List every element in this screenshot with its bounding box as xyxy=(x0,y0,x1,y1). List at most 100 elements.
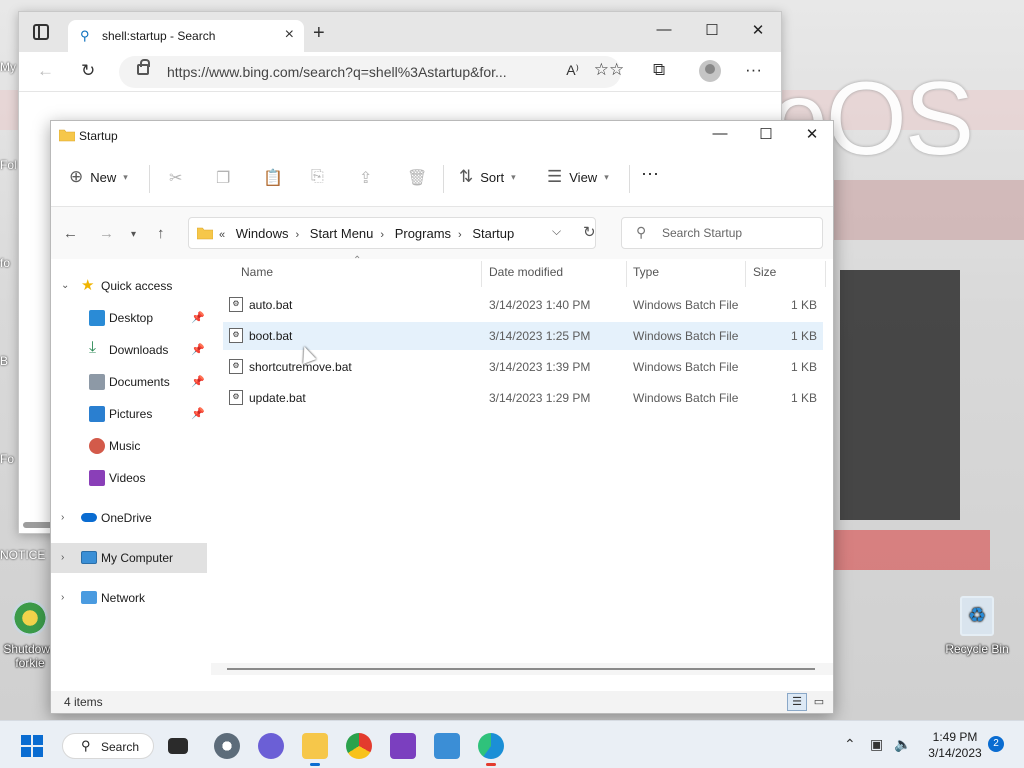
share-icon[interactable]: ⇪ xyxy=(359,168,372,188)
pin-icon[interactable]: 📌 xyxy=(191,375,205,388)
url-field[interactable]: https://www.bing.com/search?q=shell%3Ast… xyxy=(119,56,621,88)
desktop-icon-label-fragment: NOTICE xyxy=(0,548,46,562)
column-header-size[interactable]: Size xyxy=(753,265,776,279)
collections-icon[interactable]: ⧉ xyxy=(653,60,665,80)
delete-icon[interactable]: 🗑 xyxy=(407,168,427,188)
start-button[interactable] xyxy=(21,735,43,757)
column-divider[interactable] xyxy=(745,261,746,287)
column-divider[interactable] xyxy=(481,261,482,287)
network-icon[interactable]: ▣ xyxy=(870,736,883,753)
column-divider[interactable] xyxy=(825,261,826,287)
column-divider[interactable] xyxy=(626,261,627,287)
visual-studio-icon[interactable] xyxy=(390,733,416,759)
chevron-down-icon[interactable]: ⌵ xyxy=(552,224,561,239)
more-options-button[interactable]: ··· xyxy=(641,163,659,184)
chevron-right-icon[interactable]: › xyxy=(61,552,64,563)
file-row[interactable]: ⚙ auto.bat 3/14/2023 1:40 PM Windows Bat… xyxy=(223,291,823,319)
nav-item-downloads[interactable]: ⤓ Downloads 📌 xyxy=(51,335,207,365)
volume-icon[interactable]: 🔈 xyxy=(894,736,911,753)
chevron-up-icon[interactable]: ⌃ xyxy=(844,736,856,753)
add-favorite-icon[interactable]: ☆ xyxy=(594,60,609,80)
nav-item-my-computer[interactable]: › My Computer xyxy=(51,543,207,573)
minimize-icon[interactable]: — xyxy=(697,125,743,142)
chrome-icon[interactable] xyxy=(346,733,372,759)
recycle-bin-desktop-icon[interactable]: ♻ Recycle Bin xyxy=(944,596,1010,656)
nav-item-quick-access[interactable]: ⌄ ★ Quick access xyxy=(51,271,207,301)
close-tab-icon[interactable]: × xyxy=(285,26,294,44)
column-header-date[interactable]: Date modified xyxy=(489,265,563,279)
breadcrumb-item[interactable]: Start Menu xyxy=(310,226,374,241)
read-aloud-icon[interactable]: A⁾ xyxy=(566,62,579,79)
notepad-icon[interactable] xyxy=(434,733,460,759)
nav-item-onedrive[interactable]: › OneDrive xyxy=(51,503,207,533)
scrollbar[interactable] xyxy=(23,522,53,528)
rename-icon[interactable]: ⎘ xyxy=(311,168,324,186)
pin-icon[interactable]: 📌 xyxy=(191,311,205,324)
breadcrumb-item[interactable]: Windows xyxy=(236,226,289,241)
desktop-icon-label: Recycle Bin xyxy=(945,642,1009,656)
more-icon[interactable]: ··· xyxy=(745,60,762,80)
cut-icon[interactable]: ✂ xyxy=(169,168,182,188)
horizontal-scrollbar[interactable] xyxy=(227,668,815,670)
tiles-view-icon[interactable]: ▭ xyxy=(809,693,829,711)
pin-icon[interactable]: 📌 xyxy=(191,343,205,356)
breadcrumb-item[interactable]: Startup xyxy=(472,226,514,241)
breadcrumb-item[interactable]: Programs xyxy=(395,226,451,241)
chevron-right-icon[interactable]: › xyxy=(61,592,64,603)
file-explorer-window[interactable]: Startup — ☐ ✕ ⊕ New ▾ ✂ ❐ 📋 ⎘ ⇪ 🗑 ⇅ Sort… xyxy=(50,120,834,714)
taskbar-search[interactable]: ⚲ Search xyxy=(62,733,154,759)
file-row[interactable]: ⚙ boot.bat 3/14/2023 1:25 PM Windows Bat… xyxy=(223,322,823,350)
close-icon[interactable]: ✕ xyxy=(789,125,835,143)
task-view-icon[interactable] xyxy=(168,738,188,754)
paste-icon[interactable]: 📋 xyxy=(263,168,283,188)
refresh-icon[interactable]: ↻ xyxy=(583,223,596,241)
back-icon[interactable]: ← xyxy=(63,225,78,242)
nav-item-pictures[interactable]: Pictures 📌 xyxy=(51,399,207,429)
chat-icon[interactable] xyxy=(258,733,284,759)
up-icon[interactable]: ↑ xyxy=(157,225,165,242)
file-row[interactable]: ⚙ update.bat 3/14/2023 1:29 PM Windows B… xyxy=(223,384,823,412)
profile-avatar[interactable] xyxy=(699,60,721,82)
breadcrumb-overflow[interactable]: « xyxy=(219,229,225,241)
tab-actions-icon[interactable] xyxy=(33,24,49,40)
back-icon[interactable]: ← xyxy=(37,61,54,81)
nav-item-videos[interactable]: Videos xyxy=(51,463,207,493)
sort-button[interactable]: ⇅ Sort ▾ xyxy=(459,167,516,187)
new-button[interactable]: ⊕ New ▾ xyxy=(69,167,128,187)
clock[interactable]: 1:49 PM 3/14/2023 xyxy=(922,729,988,761)
pin-icon[interactable]: 📌 xyxy=(191,407,205,420)
copy-icon[interactable]: ❐ xyxy=(216,168,230,188)
chevron-down-icon[interactable]: ⌄ xyxy=(61,280,69,291)
maximize-icon[interactable]: ☐ xyxy=(689,21,735,39)
search-input[interactable]: ⚲ Search Startup xyxy=(621,217,823,249)
nav-item-desktop[interactable]: Desktop 📌 xyxy=(51,303,207,333)
new-tab-icon[interactable]: + xyxy=(313,22,325,45)
maximize-icon[interactable]: ☐ xyxy=(743,125,789,143)
nav-item-music[interactable]: Music xyxy=(51,431,207,461)
chevron-right-icon[interactable]: › xyxy=(61,512,64,523)
view-button[interactable]: ☰ View ▾ xyxy=(547,167,609,187)
title-bar[interactable]: Startup — ☐ ✕ xyxy=(51,121,833,151)
column-header-type[interactable]: Type xyxy=(633,265,659,279)
minimize-icon[interactable]: — xyxy=(641,21,687,38)
recent-locations-icon[interactable]: ▾ xyxy=(131,229,136,240)
details-view-icon[interactable]: ☰ xyxy=(787,693,807,711)
forward-icon[interactable]: → xyxy=(99,225,114,242)
edge-icon[interactable] xyxy=(478,733,504,766)
favorites-icon[interactable]: ☆ xyxy=(609,60,624,80)
widgets-icon[interactable] xyxy=(214,733,240,759)
star-icon: ★ xyxy=(81,277,95,294)
nav-item-network[interactable]: › Network xyxy=(51,583,207,613)
close-icon[interactable]: ✕ xyxy=(735,21,781,39)
nav-label: OneDrive xyxy=(101,511,152,525)
column-header-name[interactable]: Name xyxy=(241,265,273,279)
browser-tab[interactable]: ⚲ shell:startup - Search × xyxy=(68,20,304,52)
refresh-icon[interactable]: ↻ xyxy=(81,61,95,81)
nav-item-documents[interactable]: Documents 📌 xyxy=(51,367,207,397)
address-breadcrumb[interactable]: « Windows › Start Menu › Programs › Startup… xyxy=(188,217,596,249)
chevron-down-icon: ▾ xyxy=(604,171,609,182)
lock-icon xyxy=(137,59,150,75)
notification-badge[interactable]: 2 xyxy=(988,736,1004,752)
file-explorer-icon[interactable] xyxy=(302,733,328,766)
folder-icon xyxy=(59,129,75,142)
